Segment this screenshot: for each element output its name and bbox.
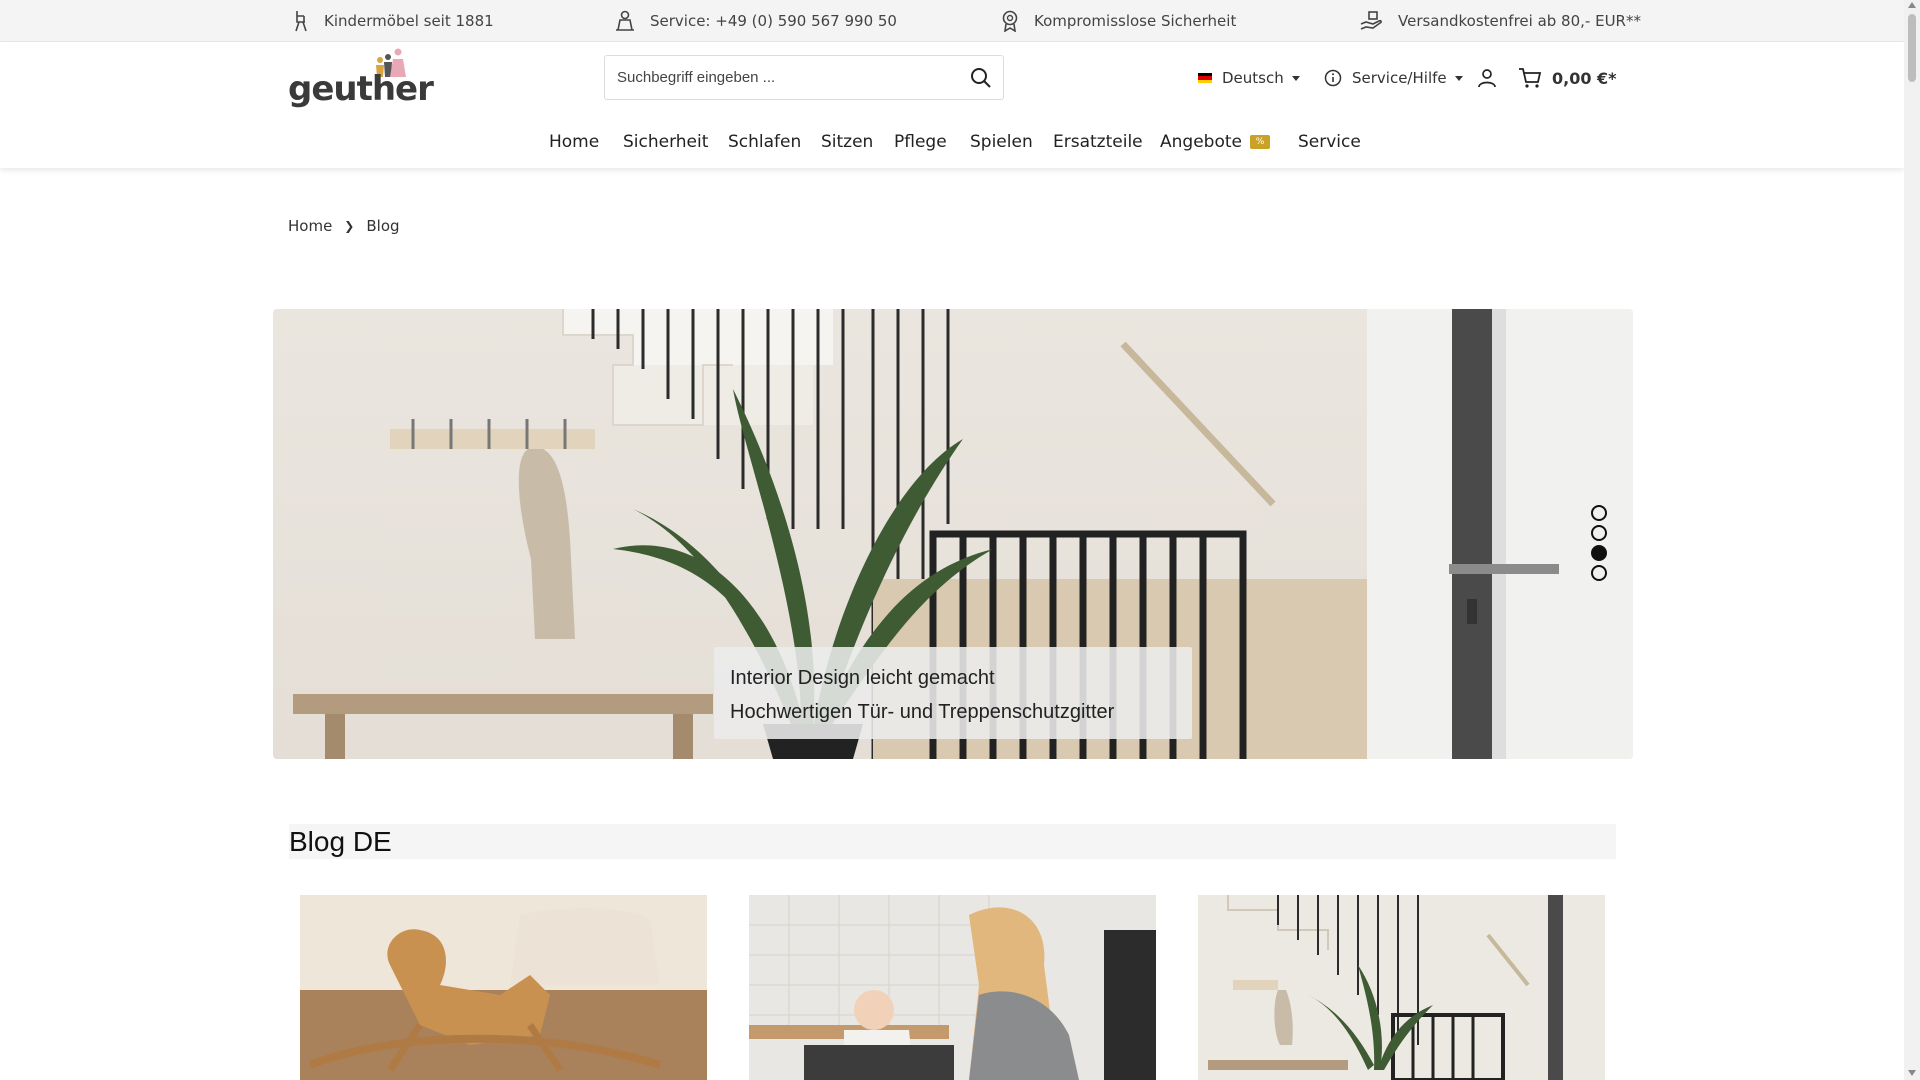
slider-dot-4[interactable] (1591, 565, 1607, 581)
nav-item-schlafen[interactable]: Schlafen (728, 122, 801, 162)
top-info-bar: Kindermöbel seit 1881 Service: +49 (0) 5… (0, 0, 1904, 42)
nav-item-ersatzteile[interactable]: Ersatzteile (1053, 122, 1143, 162)
slider-dot-3[interactable] (1591, 545, 1607, 561)
topbar-item-safety: Kompromisslose Sicherheit (1000, 0, 1236, 42)
cart-total: 0,00 €* (1552, 68, 1617, 88)
scroll-thumb[interactable] (1908, 14, 1916, 82)
page-scrollbar[interactable] (1904, 0, 1920, 1080)
language-label: Deutsch (1222, 69, 1284, 87)
topbar-safety-text: Kompromisslose Sicherheit (1034, 12, 1237, 30)
info-icon (1324, 69, 1342, 87)
language-selector[interactable]: Deutsch (1198, 62, 1300, 94)
cart-icon (1519, 68, 1542, 88)
highchair-icon (295, 11, 307, 32)
main-nav: Home Sicherheit Schlafen Sitzen Pflege S… (0, 122, 1904, 162)
nav-item-angebote-label: Angebote (1160, 132, 1242, 152)
nav-item-service[interactable]: Service (1298, 122, 1361, 162)
cart-button[interactable]: 0,00 €* (1518, 62, 1617, 94)
search-box (604, 55, 1004, 100)
search-input[interactable] (617, 56, 957, 99)
topbar-item-shipping: Versandkostenfrei ab 80,- EUR** (1360, 0, 1641, 42)
account-button[interactable] (1477, 62, 1497, 94)
blog-card-image (1198, 895, 1605, 1080)
hero-caption-line2: Hochwertigen Tür- und Treppenschutzgitte… (730, 701, 1115, 723)
hero-slider[interactable]: Interior Design leicht gemacht Hochwerti… (273, 309, 1633, 759)
scroll-up-arrow-icon[interactable] (1908, 2, 1916, 8)
safety-badge-icon (1002, 10, 1018, 32)
hero-caption-line1: Interior Design leicht gemacht (730, 667, 995, 689)
user-icon (1478, 69, 1496, 88)
slider-dot-2[interactable] (1591, 525, 1607, 541)
blog-card[interactable] (300, 895, 707, 1080)
slider-dots (1591, 505, 1607, 585)
nav-item-sitzen[interactable]: Sitzen (821, 122, 873, 162)
search-icon[interactable] (969, 66, 993, 90)
nav-item-angebote[interactable]: Angebote% (1160, 122, 1270, 162)
slider-dot-1[interactable] (1591, 505, 1607, 521)
offer-badge: % (1249, 135, 1270, 149)
topbar-shipping-text: Versandkostenfrei ab 80,- EUR** (1398, 12, 1641, 30)
chevron-right-icon: ❯ (344, 219, 355, 233)
breadcrumb: Home ❯ Blog (288, 216, 400, 236)
nav-item-spielen[interactable]: Spielen (970, 122, 1033, 162)
service-help-label: Service/Hilfe (1352, 69, 1447, 87)
nav-item-pflege[interactable]: Pflege (894, 122, 947, 162)
blog-heading: Blog DE (289, 824, 1616, 859)
chevron-down-icon (1454, 75, 1463, 81)
blog-card[interactable] (749, 895, 1156, 1080)
topbar-item-heritage: Kindermöbel seit 1881 (292, 0, 494, 42)
shipping-hand-icon (1360, 11, 1382, 30)
hero-caption: Interior Design leicht gemacht Hochwerti… (714, 647, 1192, 739)
blog-card-image (300, 895, 707, 1080)
site-header: geuther Deutsch Service/Hilfe 0,00 €* Ho… (0, 42, 1904, 168)
blog-card-image (749, 895, 1156, 1080)
service-person-icon (616, 10, 634, 31)
breadcrumb-home[interactable]: Home (288, 217, 332, 235)
service-help-menu[interactable]: Service/Hilfe (1324, 62, 1463, 94)
topbar-service-text: Service: +49 (0) 590 567 990 50 (650, 12, 897, 30)
chevron-down-icon (1291, 75, 1300, 81)
topbar-item-service[interactable]: Service: +49 (0) 590 567 990 50 (614, 0, 897, 42)
breadcrumb-current: Blog (366, 217, 400, 235)
blog-card[interactable] (1198, 895, 1605, 1080)
logo-text: geuther (288, 69, 434, 109)
logo[interactable]: geuther (288, 47, 434, 117)
nav-item-home[interactable]: Home (549, 122, 599, 162)
topbar-heritage-text: Kindermöbel seit 1881 (324, 12, 494, 30)
german-flag-icon (1198, 73, 1212, 83)
scroll-down-arrow-icon[interactable] (1908, 1070, 1916, 1076)
nav-item-sicherheit[interactable]: Sicherheit (623, 122, 708, 162)
